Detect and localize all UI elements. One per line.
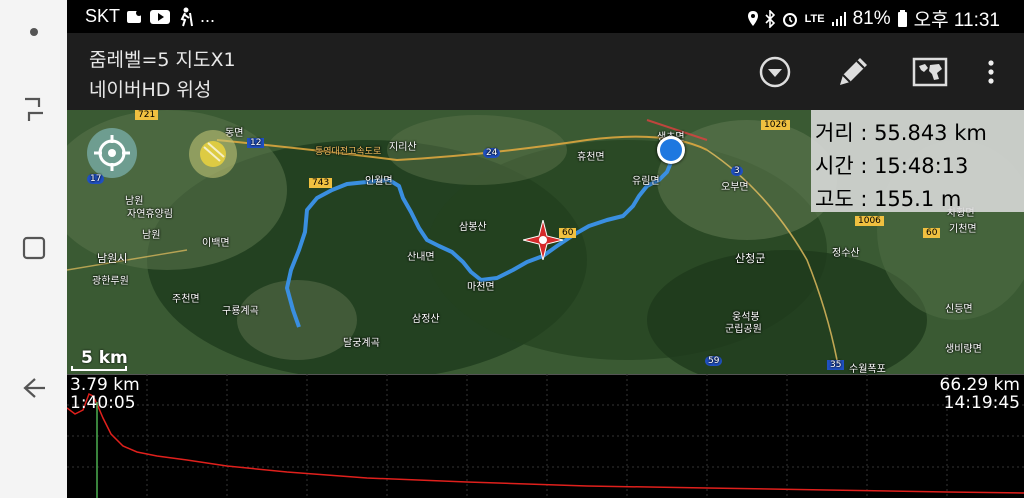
road-badge: 35 <box>827 360 845 370</box>
home-button-icon[interactable] <box>0 228 67 268</box>
chart-end-distance: 66.29 km <box>939 375 1020 395</box>
android-nav-bar <box>0 0 67 498</box>
hiking-icon <box>176 7 194 27</box>
map-label: 기천면 <box>949 224 977 235</box>
chart-grid <box>67 374 1024 498</box>
chart-start-distance: 3.79 km <box>70 375 140 395</box>
road-badge: 743 <box>309 178 333 188</box>
map-layers-button[interactable] <box>910 52 950 92</box>
map-label: 유림면 <box>632 176 660 187</box>
road-badge: 60 <box>559 228 577 238</box>
map-label: 산청군 <box>735 252 766 265</box>
compass-icon <box>200 141 226 167</box>
map-label: 남원 <box>142 230 161 241</box>
more-notifications: ... <box>200 6 216 26</box>
compass-button[interactable] <box>189 130 237 178</box>
battery-percent: 81% <box>852 7 891 29</box>
bluetooth-icon <box>765 9 775 28</box>
chart-start-time: 1:40:05 <box>70 393 136 413</box>
map-label: 지리산 <box>389 142 417 153</box>
road-badge: 12 <box>247 138 265 148</box>
map-source-title: 네이버HD 위성 <box>89 79 212 101</box>
dropdown-button[interactable] <box>757 52 793 92</box>
map-label: 구룡계곡 <box>222 306 259 317</box>
signal-icon <box>831 11 847 27</box>
clock: 오후 11:31 <box>913 10 1000 31</box>
road-badge: 1026 <box>761 120 790 130</box>
action-bar: 줌레벨=5 지도X1 네이버HD 위성 <box>67 33 1024 110</box>
target-crosshair-icon <box>522 219 564 264</box>
notification-icon <box>126 9 144 25</box>
location-icon <box>747 10 759 28</box>
track-stats-panel: 거리 : 55.843 km 시간 : 15:48:13 고도 : 155.1 … <box>811 110 1024 212</box>
map-label: 인월면 <box>365 176 393 187</box>
my-location-button[interactable] <box>87 128 137 178</box>
road-badge: 721 <box>135 110 159 120</box>
road-badge: 17 <box>87 174 105 184</box>
map-label: 정수산 <box>832 248 860 259</box>
map-label: 주천면 <box>172 294 200 305</box>
map-label: 마천면 <box>467 282 495 293</box>
map-label: 신등면 <box>945 304 973 315</box>
edit-button[interactable] <box>833 52 873 92</box>
road-badge: 59 <box>705 356 723 366</box>
elevation-chart-svg <box>67 374 1024 498</box>
map-label: 생비량면 <box>945 344 982 355</box>
elevation-chart[interactable]: 3.79 km 1:40:05 66.29 km 14:19:45 <box>67 374 1024 498</box>
recent-apps-icon[interactable] <box>0 92 67 128</box>
map-label: 산내면 <box>407 252 435 263</box>
map-label: 수월폭포 <box>849 364 886 374</box>
chevron-down-icon <box>759 56 791 88</box>
zoom-level-title: 줌레벨=5 지도X1 <box>89 49 236 71</box>
time-stat: 시간 : 15:48:13 <box>815 154 969 178</box>
map-label: 이백면 <box>202 238 230 249</box>
status-bar: SKT ... LTE 81% 오후 11:31 <box>67 0 1024 33</box>
map-label: 삼정산 <box>412 314 440 325</box>
map-label: 광한루원 <box>92 276 129 287</box>
back-arrow-icon[interactable] <box>0 368 67 408</box>
pencil-icon <box>840 58 867 85</box>
road-badge: 1006 <box>855 216 884 226</box>
crosshair-icon <box>94 135 130 171</box>
more-vertical-icon <box>988 60 994 84</box>
map-label: 휴천면 <box>577 152 605 163</box>
road-badge: 3 <box>731 166 743 176</box>
map-label: 통영대전고속도로 <box>315 147 382 157</box>
road-badge: 24 <box>483 148 501 158</box>
map-label: 오부면 <box>721 182 749 193</box>
distance-stat: 거리 : 55.843 km <box>815 121 987 145</box>
network-type-label: LTE <box>804 12 825 25</box>
overflow-menu-button[interactable] <box>979 52 1003 92</box>
map-label: 삼봉산 <box>459 222 487 233</box>
nav-dot-icon[interactable] <box>0 22 67 42</box>
youtube-icon <box>150 9 171 24</box>
map-label: 자연휴양림 <box>127 209 173 220</box>
map-label: 군립공원 <box>725 324 762 335</box>
scale-bar <box>71 366 127 371</box>
world-map-icon <box>912 57 948 87</box>
battery-icon <box>897 9 908 28</box>
map-label: 남원시 <box>97 252 128 265</box>
alarm-icon <box>781 10 799 28</box>
altitude-stat: 고도 : 155.1 m <box>815 187 962 211</box>
road-badge: 60 <box>923 228 941 238</box>
carrier-label: SKT <box>85 6 121 26</box>
elevation-line <box>67 392 1024 494</box>
satellite-map[interactable]: 남원 자연휴양림 남원 남원시 광한루원 이백면 지리산 인월면 산내면 삼봉산… <box>67 110 1024 374</box>
scale-label: 5 km <box>81 348 128 368</box>
current-position-marker <box>657 136 685 164</box>
chart-end-time: 14:19:45 <box>943 393 1020 413</box>
map-label: 달궁계곡 <box>343 338 380 349</box>
